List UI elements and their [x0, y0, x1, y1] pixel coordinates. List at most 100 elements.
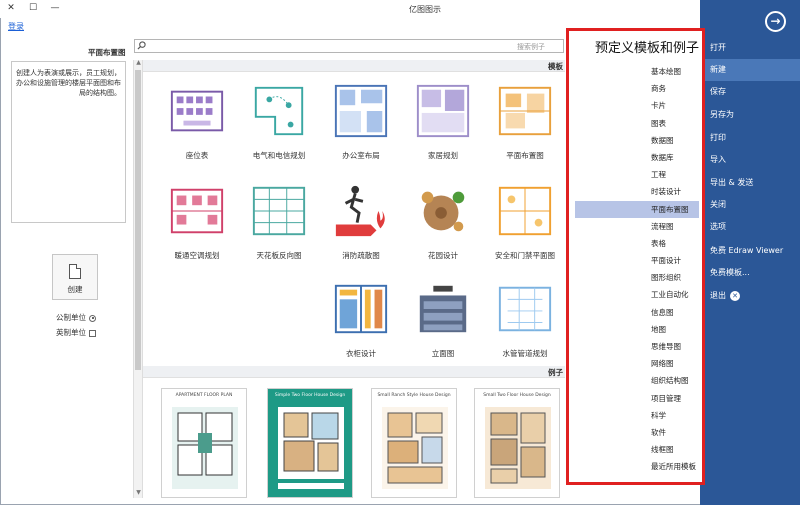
- nav-new[interactable]: 新建: [700, 59, 800, 81]
- template-office-layout[interactable]: 办公室布局: [319, 74, 403, 174]
- template-floorplan[interactable]: 平面布置图: [483, 74, 567, 174]
- nav-close[interactable]: 关闭: [700, 194, 800, 216]
- template-description: 创建人为表演或展示，员工规划，办公和设施管理的楼层平面图和布局的结构图。: [16, 69, 121, 97]
- metric-radio[interactable]: [89, 314, 96, 322]
- floorplan-preview: [172, 407, 238, 489]
- nav-label: 另存为: [710, 110, 734, 119]
- template-plumbing[interactable]: 水管管道规划: [483, 272, 567, 372]
- category-item[interactable]: 表格: [575, 235, 699, 252]
- seating-chart-icon: [170, 90, 224, 132]
- login-link[interactable]: 登录: [8, 21, 24, 32]
- template-label: 消防疏散图: [342, 251, 380, 260]
- example-thumbnail[interactable]: Simple Two Floor House Design: [267, 388, 353, 498]
- imperial-units-option[interactable]: 英制单位: [56, 327, 96, 338]
- nav-free-templates[interactable]: 免费模板...: [700, 262, 800, 284]
- home-plan-icon: [416, 84, 470, 138]
- gallery-scrollbar[interactable]: ▲ ▼: [133, 59, 143, 498]
- nav-print[interactable]: 打印: [700, 127, 800, 149]
- category-item[interactable]: 网络图: [575, 355, 699, 372]
- exit-icon: ✕: [730, 290, 740, 301]
- example-thumbnail[interactable]: APARTMENT FLOOR PLAN: [161, 388, 247, 498]
- category-item[interactable]: 科学: [575, 407, 699, 424]
- nav-open[interactable]: 打开: [700, 37, 800, 59]
- nav-save-as[interactable]: 另存为: [700, 104, 800, 126]
- category-item[interactable]: 工业自动化: [575, 286, 699, 303]
- template-gallery: 模板 平面布置图 家居规划 办公室布局 电气和电信规划 座位表 安全和门禁平面图…: [142, 60, 567, 498]
- template-electrical-plan[interactable]: 电气和电信规划: [237, 74, 321, 174]
- template-fire-exit[interactable]: 消防疏散图: [319, 174, 403, 274]
- category-item[interactable]: 信息图: [575, 304, 699, 321]
- title-bar: ✕ ☐ — 亿图图示: [0, 0, 700, 18]
- category-item[interactable]: 思维导图: [575, 338, 699, 355]
- floorplan-preview: [485, 407, 551, 489]
- template-garden-design[interactable]: 花园设计: [401, 174, 485, 274]
- maximize-window-button[interactable]: ☐: [22, 0, 44, 18]
- nav-options[interactable]: 选项: [700, 216, 800, 238]
- example-title: Simple Two Floor House Design: [274, 393, 346, 398]
- examples-section-header: 例子: [143, 366, 565, 378]
- office-layout-icon: [334, 84, 388, 138]
- category-item[interactable]: 时装设计: [575, 183, 699, 200]
- unit-label: 英制单位: [56, 328, 86, 337]
- template-label: 天花板反向图: [256, 251, 302, 260]
- template-wardrobe[interactable]: 衣柜设计: [319, 272, 403, 372]
- minimize-window-button[interactable]: —: [44, 0, 66, 18]
- nav-export-send[interactable]: 导出 & 发送: [700, 172, 800, 194]
- example-thumbnail[interactable]: Small Two Floor House Design: [474, 388, 560, 498]
- template-home-plan[interactable]: 家居规划: [401, 74, 485, 174]
- template-seating-chart[interactable]: 座位表: [155, 74, 239, 174]
- nav-label: 打开: [710, 43, 726, 52]
- category-item[interactable]: 线框图: [575, 441, 699, 458]
- nav-save[interactable]: 保存: [700, 81, 800, 103]
- create-button[interactable]: 创建: [52, 254, 98, 300]
- scrollbar-thumb[interactable]: [135, 70, 141, 370]
- fire-exit-icon: [335, 185, 385, 237]
- scroll-down-icon[interactable]: ▼: [134, 489, 143, 498]
- category-item[interactable]: 流程图: [575, 218, 699, 235]
- category-item[interactable]: 工程: [575, 166, 699, 183]
- template-label: 座位表: [185, 151, 209, 160]
- category-item[interactable]: 平面设计: [575, 252, 699, 269]
- backstage-nav: → 打开 新建 保存 另存为 打印 导入 导出 & 发送 关闭 选项 免费 Ed…: [700, 0, 800, 505]
- category-item[interactable]: 基本绘图: [575, 63, 699, 80]
- example-thumbnail[interactable]: Small Ranch Style House Design: [371, 388, 457, 498]
- plumbing-icon: [498, 286, 552, 332]
- category-item[interactable]: 地图: [575, 321, 699, 338]
- template-label: 电气和电信规划: [252, 151, 306, 160]
- section-label: 例子: [548, 368, 563, 377]
- imperial-checkbox[interactable]: [89, 329, 96, 337]
- nav-label: 新建: [710, 65, 726, 74]
- close-window-button[interactable]: ✕: [0, 0, 22, 18]
- nav-exit[interactable]: 退出 ✕: [700, 285, 800, 307]
- template-elevation[interactable]: 立面图: [401, 272, 485, 372]
- category-item[interactable]: 项目管理: [575, 390, 699, 407]
- search-icon[interactable]: [137, 41, 146, 50]
- search-input[interactable]: 搜索例子: [134, 39, 564, 53]
- electrical-plan-icon: [254, 86, 304, 136]
- category-item[interactable]: 数据图: [575, 132, 699, 149]
- category-item[interactable]: 图表: [575, 115, 699, 132]
- nav-free-viewer[interactable]: 免费 Edraw Viewer: [700, 240, 800, 262]
- nav-label: 保存: [710, 87, 726, 96]
- metric-units-option[interactable]: 公制单位: [56, 312, 96, 323]
- category-item[interactable]: 数据库: [575, 149, 699, 166]
- template-ceiling-plan[interactable]: 天花板反向图: [237, 174, 321, 274]
- category-item[interactable]: 组织结构图: [575, 372, 699, 389]
- category-item[interactable]: 软件: [575, 424, 699, 441]
- example-title: APARTMENT FLOOR PLAN: [175, 393, 233, 398]
- template-hvac-plan[interactable]: 暖通空调规划: [155, 174, 239, 274]
- nav-label: 打印: [710, 133, 726, 142]
- category-item[interactable]: 商务: [575, 80, 699, 97]
- ceiling-plan-icon: [252, 186, 306, 236]
- category-item[interactable]: 平面布置图: [575, 200, 699, 218]
- back-arrow-icon[interactable]: →: [765, 11, 786, 32]
- category-item[interactable]: 最近所用模板: [575, 458, 699, 475]
- scroll-up-icon[interactable]: ▲: [134, 59, 143, 68]
- nav-import[interactable]: 导入: [700, 149, 800, 171]
- window-controls: ✕ ☐ —: [0, 0, 66, 18]
- category-item[interactable]: 图形组织: [575, 269, 699, 286]
- category-item[interactable]: 卡片: [575, 97, 699, 114]
- templates-section-header: 模板: [143, 60, 565, 72]
- template-security-plan[interactable]: 安全和门禁平面图: [483, 174, 567, 274]
- app-title: 亿图图示: [409, 5, 441, 14]
